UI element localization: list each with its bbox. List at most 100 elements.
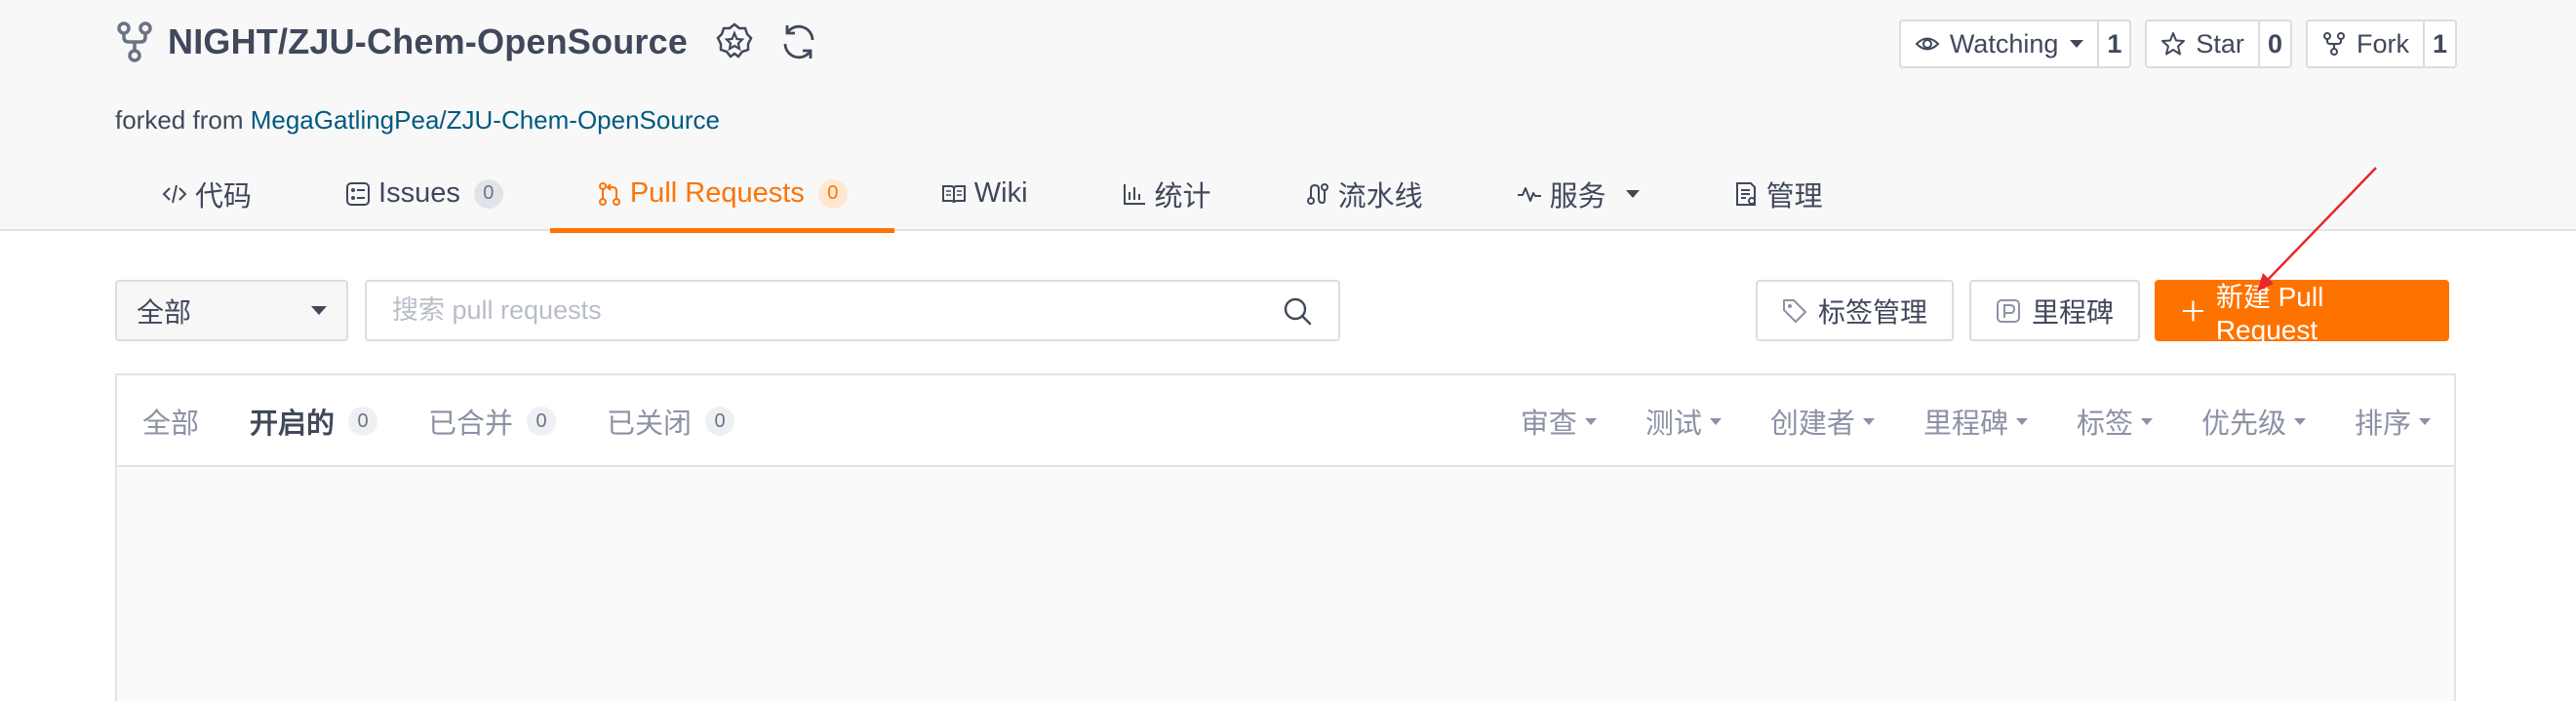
fork-label: Fork (2356, 28, 2409, 58)
pipeline-icon (1306, 182, 1328, 205)
milestone-button[interactable]: 里程碑 (1969, 280, 2140, 341)
filter-label-select[interactable]: 标签 (2077, 401, 2153, 442)
label-management-button[interactable]: 标签管理 (1756, 280, 1954, 341)
state-label: 开启的 (250, 409, 336, 440)
chevron-down-icon (2015, 417, 2028, 425)
filter-test[interactable]: 测试 (1645, 401, 1722, 442)
manage-icon (1735, 181, 1756, 206)
tag-icon (1783, 298, 1806, 323)
state-all[interactable]: 全部 (142, 401, 199, 442)
label-management-label: 标签管理 (1818, 296, 1928, 328)
scope-select-value: 全部 (137, 296, 192, 328)
fork-button[interactable]: Fork 1 (2305, 19, 2457, 68)
tab-code[interactable]: 代码 (162, 156, 252, 231)
tab-label: Issues (378, 177, 460, 209)
filter-label: 审查 (1520, 409, 1577, 440)
fork-icon (2322, 32, 2345, 56)
star-icon (2161, 32, 2186, 56)
forked-source-link[interactable]: MegaGatlingPea/ZJU-Chem-OpenSource (251, 105, 720, 135)
filter-sort[interactable]: 排序 (2355, 401, 2431, 442)
state-label: 已合并 (428, 409, 514, 440)
forked-from: forked from MegaGatlingPea/ZJU-Chem-Open… (115, 105, 720, 136)
repo-actions: Watching 1 Star 0 Fork 1 (1898, 19, 2457, 68)
chevron-down-icon (1862, 417, 1875, 425)
chevron-down-icon (1709, 417, 1722, 425)
tab-count-badge: 0 (817, 178, 848, 209)
chevron-down-icon (2419, 417, 2431, 425)
watch-count[interactable]: 1 (2099, 21, 2129, 66)
tab-stats[interactable]: 统计 (1122, 156, 1211, 231)
sync-icon[interactable] (777, 20, 820, 63)
activity-icon (1517, 186, 1541, 202)
tab-label: 流水线 (1337, 180, 1423, 213)
chevron-down-icon (2293, 417, 2306, 425)
repo-tabs: 代码 Issues 0 Pull Requests 0 Wiki 统计 流水线 … (115, 156, 1823, 233)
star-count[interactable]: 0 (2260, 21, 2290, 66)
forked-from-prefix: forked from (115, 105, 251, 135)
list-filters: 审查 测试 创建者 里程碑 标签 优先级 排序 (1472, 375, 2431, 467)
tab-services[interactable]: 服务 (1517, 156, 1640, 231)
watch-label: Watching (1949, 28, 2059, 58)
new-pull-request-button[interactable]: 新建 Pull Request (2155, 280, 2449, 345)
state-filter: 全部 开启的 0 已合并 0 已关闭 0 (142, 375, 785, 467)
star-label: Star (2196, 28, 2244, 58)
wiki-icon (941, 184, 966, 203)
filter-label: 标签 (2076, 409, 2133, 440)
filter-milestone[interactable]: 里程碑 (1923, 401, 2028, 442)
tab-label: Wiki (973, 177, 1028, 209)
plus-icon (2182, 299, 2203, 322)
chevron-down-icon (1625, 189, 1640, 198)
fork-count[interactable]: 1 (2425, 21, 2455, 66)
state-count-badge: 0 (348, 407, 378, 436)
tab-label: Pull Requests (629, 177, 805, 209)
recommend-badge-icon[interactable] (713, 20, 756, 63)
tab-label: 管理 (1765, 180, 1823, 213)
filter-author[interactable]: 创建者 (1770, 401, 1875, 442)
filter-label: 优先级 (2200, 409, 2286, 440)
filter-label: 创建者 (1769, 409, 1855, 440)
tab-label: 服务 (1549, 180, 1606, 213)
repo-name[interactable]: NIGHT/ZJU-Chem-OpenSource (168, 21, 688, 62)
tab-pull-requests[interactable]: Pull Requests 0 (549, 156, 894, 233)
state-open[interactable]: 开启的 0 (250, 401, 378, 442)
tab-issues[interactable]: Issues 0 (345, 156, 503, 231)
scope-select[interactable]: 全部 (115, 280, 348, 341)
fork-icon (117, 21, 152, 62)
stats-icon (1123, 183, 1145, 205)
tab-label: 代码 (195, 180, 253, 213)
milestone-icon (1997, 298, 2020, 323)
state-label: 全部 (142, 409, 200, 440)
state-count-badge: 0 (527, 407, 557, 436)
pull-request-icon (598, 181, 620, 206)
state-count-badge: 0 (705, 407, 735, 436)
star-button[interactable]: Star 0 (2145, 19, 2292, 68)
state-label: 已关闭 (607, 409, 693, 440)
issues-icon (346, 181, 371, 206)
eye-icon (1915, 37, 1940, 51)
chevron-down-icon (2140, 417, 2153, 425)
pull-request-list: 全部 开启的 0 已合并 0 已关闭 0 审查 测试 创建者 里程碑 标签 优先… (115, 373, 2456, 701)
filter-label: 测试 (1645, 409, 1702, 440)
search-box (365, 280, 1340, 341)
filter-label: 排序 (2354, 409, 2411, 440)
search-input[interactable] (392, 295, 1282, 326)
repo-title: NIGHT/ZJU-Chem-OpenSource (115, 18, 820, 66)
code-icon (162, 184, 187, 203)
filter-priority[interactable]: 优先级 (2201, 401, 2306, 442)
watch-button[interactable]: Watching 1 (1898, 19, 2132, 68)
new-pull-request-label: 新建 Pull Request (2215, 281, 2324, 345)
tab-label: 统计 (1154, 180, 1211, 213)
search-icon[interactable] (1282, 295, 1313, 327)
tab-wiki[interactable]: Wiki (941, 156, 1028, 231)
state-merged[interactable]: 已合并 0 (428, 401, 557, 442)
list-toolbar: 全部 开启的 0 已合并 0 已关闭 0 审查 测试 创建者 里程碑 标签 优先… (117, 375, 2454, 467)
filter-review[interactable]: 审查 (1521, 401, 1597, 442)
chevron-down-icon (1584, 417, 1597, 425)
milestone-label: 里程碑 (2032, 296, 2115, 328)
tab-count-badge: 0 (473, 178, 503, 209)
chevron-down-icon (311, 306, 327, 315)
chevron-down-icon (2070, 40, 2084, 48)
tab-manage[interactable]: 管理 (1733, 156, 1823, 231)
state-closed[interactable]: 已关闭 0 (607, 401, 735, 442)
tab-pipeline[interactable]: 流水线 (1305, 156, 1423, 231)
